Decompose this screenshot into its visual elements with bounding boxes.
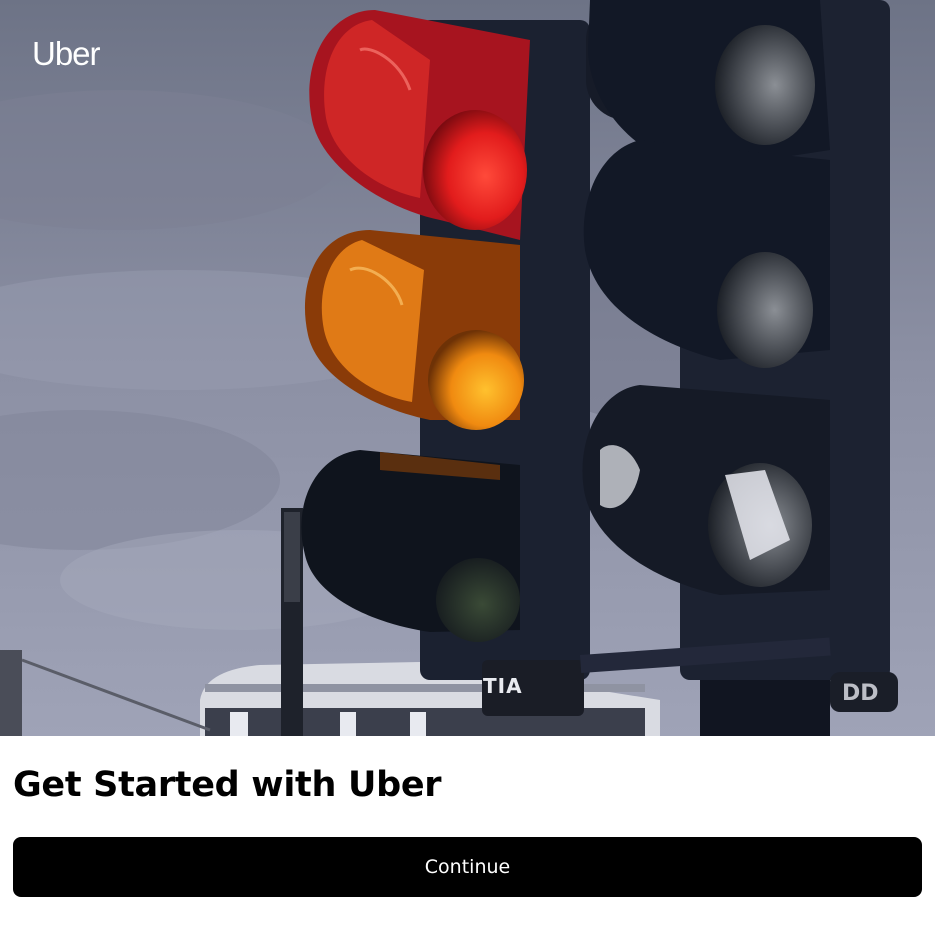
svg-text:DD: DD [842, 681, 879, 706]
traffic-lights-illustration: DD [0, 0, 935, 736]
pole-sign-text: TIA [483, 674, 523, 698]
page-title: Get Started with Uber [13, 765, 442, 805]
continue-button[interactable]: Continue [13, 837, 922, 897]
uber-logo: Uber [32, 35, 101, 72]
hero-image: DD Uber TIA [0, 0, 935, 736]
get-started-screen: DD Uber TIA Get Started with Uber Contin… [0, 0, 935, 926]
